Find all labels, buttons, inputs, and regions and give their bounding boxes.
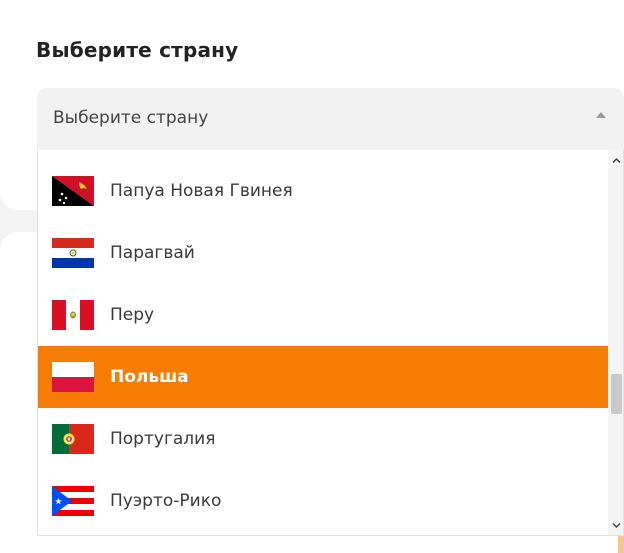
portugal-flag-icon bbox=[52, 424, 94, 454]
option-label: Парагвай bbox=[110, 243, 195, 263]
list-item[interactable]: Португалия bbox=[38, 408, 608, 470]
option-label: Португалия bbox=[110, 429, 216, 449]
peru-flag-icon bbox=[52, 300, 94, 330]
paraguay-flag-icon bbox=[52, 238, 94, 268]
country-dropdown-list[interactable]: Папуа Новая Гвинея Парагвай Перу Польша … bbox=[37, 150, 624, 536]
list-item[interactable]: Парагвай bbox=[38, 222, 608, 284]
caret-up-icon[interactable] bbox=[596, 112, 606, 118]
country-select-value: Выберите страну bbox=[53, 108, 209, 128]
chevron-down-icon[interactable] bbox=[612, 521, 621, 530]
list-item[interactable]: Перу bbox=[38, 284, 608, 346]
option-label: Папуа Новая Гвинея bbox=[110, 181, 293, 201]
option-label: Перу bbox=[110, 305, 155, 325]
country-select[interactable]: Выберите страну bbox=[37, 88, 624, 150]
country-options: Папуа Новая Гвинея Парагвай Перу Польша … bbox=[38, 160, 608, 532]
papua-new-guinea-flag-icon bbox=[52, 176, 94, 206]
list-item[interactable]: Пуэрто-Рико bbox=[38, 470, 608, 532]
list-item[interactable]: Папуа Новая Гвинея bbox=[38, 160, 608, 222]
page-title: Выберите страну bbox=[36, 38, 239, 62]
list-item-selected[interactable]: Польша bbox=[38, 346, 608, 408]
puerto-rico-flag-icon bbox=[52, 486, 94, 516]
dropdown-scrollbar[interactable] bbox=[608, 150, 623, 535]
poland-flag-icon bbox=[52, 362, 94, 392]
option-label: Польша bbox=[110, 367, 189, 387]
accent-edge bbox=[618, 536, 624, 553]
option-label: Пуэрто-Рико bbox=[110, 491, 222, 511]
scrollbar-thumb[interactable] bbox=[611, 374, 622, 414]
chevron-up-icon[interactable] bbox=[612, 156, 621, 165]
